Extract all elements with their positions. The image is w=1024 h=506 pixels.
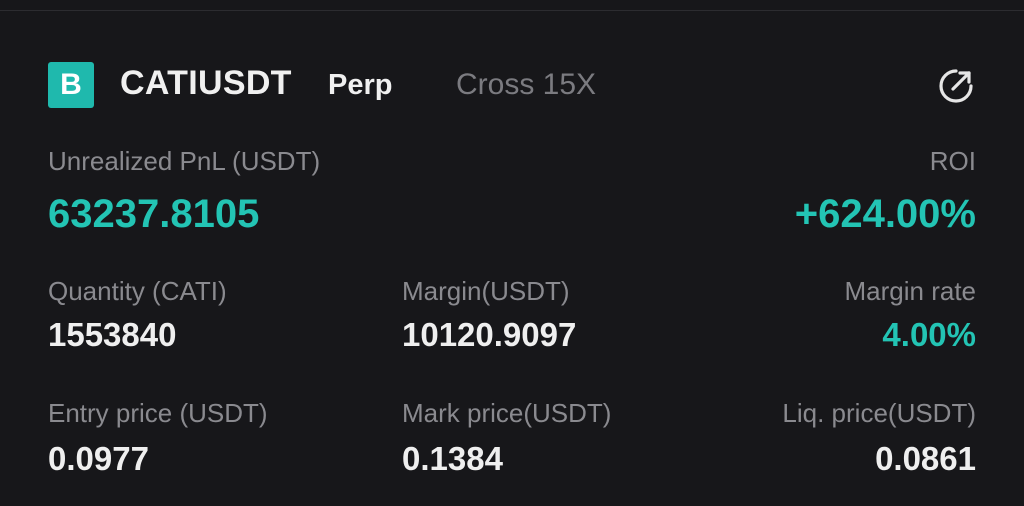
exchange-badge-icon: B [48, 62, 94, 108]
position-header: B CATIUSDT Perp Cross 15X [48, 60, 978, 108]
mark-price-label: Mark price(USDT) [402, 398, 612, 428]
liq-price-value: 0.0861 [875, 440, 976, 477]
margin-label: Margin(USDT) [402, 276, 570, 306]
contract-type-label: Perp [328, 69, 393, 101]
quantity-value: 1553840 [48, 316, 177, 353]
mark-price-value: 0.1384 [402, 440, 503, 477]
roi-value: +624.00% [794, 192, 976, 236]
symbol-name[interactable]: CATIUSDT [120, 64, 292, 103]
margin-rate-label: Margin rate [844, 276, 977, 306]
entry-price-value: 0.0977 [48, 440, 149, 477]
share-button[interactable] [936, 66, 976, 106]
unrealized-pnl-value: 63237.8105 [48, 192, 260, 236]
margin-rate-value: 4.00% [882, 316, 976, 353]
share-external-icon [939, 69, 973, 103]
margin-value: 10120.9097 [402, 316, 577, 353]
margin-mode-label[interactable]: Cross 15X [456, 68, 596, 102]
quantity-label: Quantity (CATI) [48, 276, 227, 306]
entry-price-label: Entry price (USDT) [48, 398, 268, 428]
top-divider [0, 10, 1024, 11]
liq-price-label: Liq. price(USDT) [782, 398, 976, 428]
unrealized-pnl-label: Unrealized PnL (USDT) [48, 146, 321, 176]
roi-label: ROI [929, 146, 976, 176]
